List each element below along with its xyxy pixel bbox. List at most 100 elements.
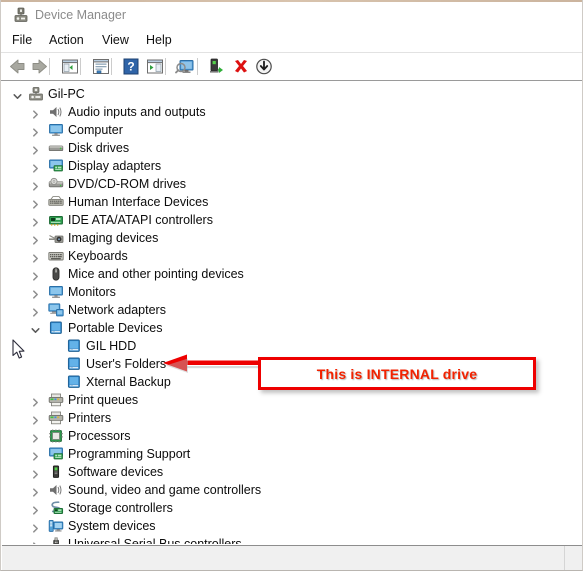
printer-icon — [48, 411, 64, 425]
show-hide-action-pane-button[interactable] — [144, 56, 166, 77]
uninstall-device-button[interactable] — [230, 56, 252, 77]
tree-row-label: Keyboards — [68, 249, 128, 263]
tree-row[interactable]: Storage controllers — [2, 499, 582, 517]
chevron-right-icon[interactable] — [30, 197, 41, 209]
tree-row-label: Software devices — [68, 465, 164, 479]
speaker-icon — [48, 105, 64, 119]
tree-row[interactable]: Human Interface Devices — [2, 193, 582, 211]
chevron-right-icon[interactable] — [30, 413, 41, 425]
tree-row-root[interactable]: Gil-PC — [2, 85, 582, 103]
tree-row-label: Printers — [68, 411, 112, 425]
annotation-box: This is INTERNAL drive — [258, 357, 536, 390]
tree-row[interactable]: Display adapters — [2, 157, 582, 175]
printer-icon — [48, 393, 64, 407]
tree-row-label: Storage controllers — [68, 501, 173, 515]
chevron-right-icon[interactable] — [30, 467, 41, 479]
tree-row[interactable]: Monitors — [2, 283, 582, 301]
tree-row[interactable]: Print queues — [2, 391, 582, 409]
menu-action[interactable]: Action — [46, 32, 87, 48]
speaker-icon — [48, 483, 64, 497]
software-device-icon — [48, 465, 64, 479]
monitor-icon — [48, 123, 64, 137]
chevron-down-icon[interactable] — [12, 89, 23, 100]
tree-row[interactable]: Computer — [2, 121, 582, 139]
tree-row[interactable]: Network adapters — [2, 301, 582, 319]
chevron-right-icon[interactable] — [30, 125, 41, 137]
chevron-right-icon[interactable] — [30, 485, 41, 497]
dvd-drive-icon — [48, 177, 64, 191]
status-bar — [2, 545, 582, 570]
chevron-right-icon[interactable] — [30, 287, 41, 299]
toolbar-separator — [165, 58, 166, 75]
update-driver-button[interactable] — [206, 56, 228, 77]
tree-row[interactable]: Universal Serial Bus controllers — [2, 535, 582, 544]
chevron-right-icon[interactable] — [30, 215, 41, 227]
help-button[interactable]: ? — [120, 56, 142, 77]
imaging-device-icon — [48, 231, 64, 245]
tree-row[interactable]: Printers — [2, 409, 582, 427]
chevron-right-icon[interactable] — [30, 539, 41, 544]
scan-for-hardware-changes-button[interactable] — [174, 56, 196, 77]
toolbar: ? — [1, 53, 582, 81]
tree-row-label: Programming Support — [68, 447, 191, 461]
tree-row[interactable]: Audio inputs and outputs — [2, 103, 582, 121]
tree-row[interactable]: GIL HDD — [2, 337, 582, 355]
svg-text:?: ? — [127, 60, 134, 74]
tree-row[interactable]: Sound, video and game controllers — [2, 481, 582, 499]
usb-icon — [48, 537, 64, 544]
chevron-down-icon[interactable] — [30, 323, 41, 334]
toolbar-separator — [111, 58, 112, 75]
menu-file[interactable]: File — [9, 32, 35, 48]
toolbar-separator — [80, 58, 81, 75]
properties-button[interactable] — [90, 56, 112, 77]
chevron-right-icon[interactable] — [30, 449, 41, 461]
tree-row-label: Xternal Backup — [86, 375, 171, 389]
chevron-right-icon[interactable] — [30, 395, 41, 407]
back-button[interactable] — [6, 56, 28, 77]
chevron-right-icon[interactable] — [30, 269, 41, 281]
chevron-right-icon[interactable] — [30, 233, 41, 245]
device-manager-icon — [13, 7, 29, 23]
forward-button[interactable] — [29, 56, 51, 77]
chevron-right-icon[interactable] — [30, 305, 41, 317]
chevron-right-icon[interactable] — [30, 521, 41, 533]
display-adapter-icon — [48, 447, 64, 461]
tree-row[interactable]: Imaging devices — [2, 229, 582, 247]
tree-row[interactable]: Disk drives — [2, 139, 582, 157]
tree-row[interactable]: Mice and other pointing devices — [2, 265, 582, 283]
device-tree[interactable]: Gil-PC Audio inputs and outputs Computer D… — [2, 81, 582, 544]
tree-row[interactable]: System devices — [2, 517, 582, 535]
tree-row[interactable]: Portable Devices — [2, 319, 582, 337]
chevron-right-icon[interactable] — [30, 161, 41, 173]
chevron-right-icon[interactable] — [30, 107, 41, 119]
chevron-right-icon[interactable] — [30, 431, 41, 443]
tree-row-label: Universal Serial Bus controllers — [68, 537, 242, 544]
tree-row-label: Print queues — [68, 393, 139, 407]
ide-controller-icon — [48, 213, 64, 227]
chevron-right-icon[interactable] — [30, 143, 41, 155]
tree-row[interactable]: Programming Support — [2, 445, 582, 463]
menu-help[interactable]: Help — [143, 32, 175, 48]
tree-row-label: System devices — [68, 519, 156, 533]
menu-view[interactable]: View — [99, 32, 132, 48]
chevron-right-icon[interactable] — [30, 179, 41, 191]
tree-row-label: Audio inputs and outputs — [68, 105, 206, 119]
tree-row[interactable]: IDE ATA/ATAPI controllers — [2, 211, 582, 229]
mouse-icon — [48, 267, 64, 281]
tree-row-label: Display adapters — [68, 159, 162, 173]
chevron-right-icon[interactable] — [30, 251, 41, 263]
chevron-right-icon[interactable] — [30, 503, 41, 515]
tree-row[interactable]: Keyboards — [2, 247, 582, 265]
disable-device-button[interactable] — [253, 56, 275, 77]
tree-row[interactable]: Software devices — [2, 463, 582, 481]
tree-row[interactable]: Processors — [2, 427, 582, 445]
annotation-arrow-icon — [163, 354, 270, 373]
show-hide-console-tree-button[interactable] — [59, 56, 81, 77]
display-adapter-icon — [48, 159, 64, 173]
hid-icon — [48, 195, 64, 209]
tree-row[interactable]: DVD/CD-ROM drives — [2, 175, 582, 193]
status-bar-divider — [564, 546, 565, 570]
tree-row-label: User's Folders — [86, 357, 167, 371]
title-bar: Device Manager — [1, 2, 582, 28]
tree-row-label: Network adapters — [68, 303, 166, 317]
